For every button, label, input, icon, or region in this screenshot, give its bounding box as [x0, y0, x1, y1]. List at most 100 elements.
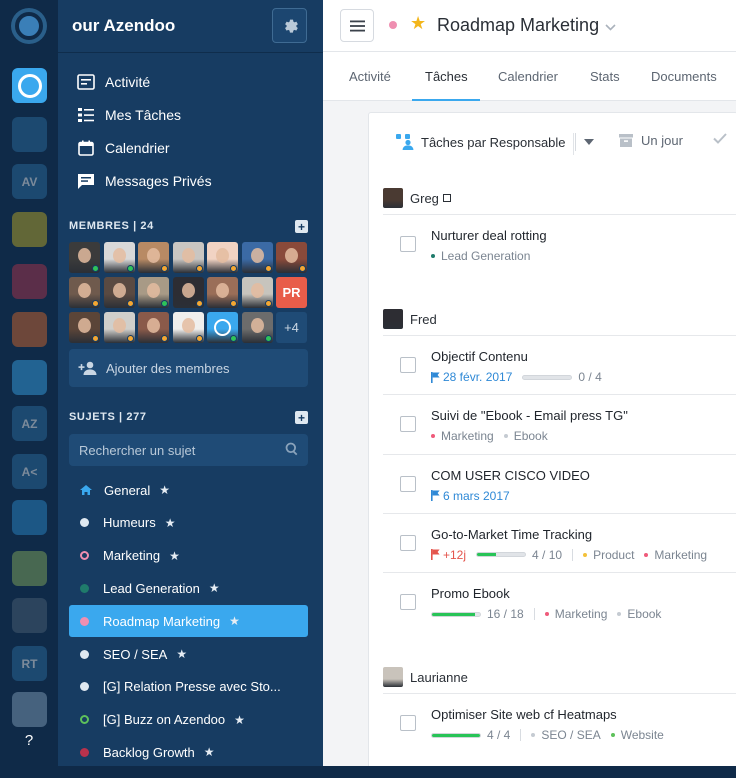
workspace-tile[interactable]	[12, 312, 47, 347]
subject-item[interactable]: General ★	[69, 474, 308, 506]
workspace-tile[interactable]: AV	[12, 164, 47, 199]
member-avatar[interactable]	[207, 312, 238, 343]
help-button[interactable]: ?	[0, 732, 58, 749]
member-avatar[interactable]	[103, 277, 135, 308]
workspace-tile[interactable]	[12, 117, 47, 152]
azendoo-logo-icon[interactable]	[11, 8, 47, 44]
add-members-button[interactable]: Ajouter des membres	[69, 349, 308, 387]
member-avatar[interactable]	[241, 312, 273, 343]
workspace-tile[interactable]	[12, 264, 47, 299]
favorite-star-icon[interactable]: ★	[165, 516, 176, 530]
task-checkbox[interactable]	[400, 475, 416, 492]
project-title[interactable]: Roadmap Marketing	[437, 15, 599, 36]
favorite-star-icon[interactable]: ★	[234, 713, 245, 727]
task-checkbox[interactable]	[400, 534, 416, 551]
member-avatar[interactable]	[69, 277, 100, 308]
member-avatar[interactable]	[103, 242, 135, 273]
subject-item[interactable]: [G] Buzz on Azendoo ★	[69, 704, 308, 736]
subject-tag[interactable]: Product	[583, 548, 634, 562]
tab-stats[interactable]: Stats	[590, 69, 620, 84]
subject-item[interactable]: SEO / SEA ★	[69, 638, 308, 670]
workspace-tile[interactable]	[12, 360, 47, 395]
collapse-square-icon[interactable]	[442, 194, 451, 202]
subject-tag[interactable]: Marketing	[431, 429, 494, 443]
workspace-tile[interactable]: A<	[12, 454, 47, 489]
subject-tag[interactable]: Lead Generation	[431, 249, 530, 263]
task-title[interactable]: Nurturer deal rotting	[431, 228, 547, 243]
task-checkbox[interactable]	[400, 416, 416, 433]
workspace-settings-button[interactable]	[272, 8, 307, 43]
member-avatar[interactable]	[172, 242, 204, 273]
task-row[interactable]: Nurturer deal rotting Lead Generation	[383, 214, 736, 273]
member-avatar[interactable]	[241, 277, 273, 308]
member-avatar[interactable]: PR	[276, 277, 307, 308]
subject-tag[interactable]: Ebook	[503, 429, 548, 443]
period-filter[interactable]: Un jour	[619, 133, 683, 148]
member-avatar[interactable]	[138, 242, 169, 273]
tab-tasks[interactable]: Tâches	[425, 69, 468, 84]
task-title[interactable]: Optimiser Site web cf Heatmaps	[431, 707, 617, 722]
member-avatar[interactable]	[241, 242, 273, 273]
tab-documents[interactable]: Documents	[651, 69, 717, 84]
member-avatar[interactable]	[138, 312, 169, 343]
task-title[interactable]: Objectif Contenu	[431, 349, 528, 364]
add-member-plus-icon[interactable]: +	[295, 220, 308, 233]
member-avatar[interactable]	[69, 242, 100, 273]
workspace-tile[interactable]	[12, 598, 47, 633]
workspace-tile[interactable]	[12, 68, 47, 103]
favorite-star-icon[interactable]: ★	[229, 614, 240, 628]
task-row[interactable]: Objectif Contenu 28 févr. 2017 0 / 4	[383, 335, 736, 394]
subject-item[interactable]: Lead Generation ★	[69, 572, 308, 604]
subject-item[interactable]: Roadmap Marketing ★	[69, 605, 308, 638]
subject-tag[interactable]: Marketing	[644, 548, 707, 562]
task-row[interactable]: Go-to-Market Time Tracking +12j 4 / 10 Prod…	[383, 512, 736, 572]
tab-calendar[interactable]: Calendrier	[498, 69, 558, 84]
favorite-star-icon[interactable]: ★	[169, 549, 180, 563]
subject-tag[interactable]: SEO / SEA	[531, 728, 601, 742]
favorite-star-icon[interactable]: ★	[410, 13, 426, 34]
task-title[interactable]: Go-to-Market Time Tracking	[431, 527, 592, 542]
workspace-tile[interactable]	[12, 551, 47, 586]
member-avatar[interactable]	[207, 277, 238, 308]
subject-tag[interactable]: Ebook	[617, 607, 661, 621]
member-avatar[interactable]	[172, 312, 204, 343]
task-title[interactable]: Promo Ebook	[431, 586, 510, 601]
nav-my-tasks[interactable]: Mes Tâches	[76, 104, 181, 126]
member-avatar[interactable]	[276, 242, 307, 273]
favorite-star-icon[interactable]: ★	[176, 647, 187, 661]
member-avatar[interactable]	[103, 312, 135, 343]
workspace-tile[interactable]: RT	[12, 646, 47, 681]
member-avatar[interactable]	[69, 312, 100, 343]
subject-item[interactable]: [G] Relation Presse avec Sto...	[69, 671, 308, 703]
favorite-star-icon[interactable]: ★	[209, 581, 220, 595]
workspace-tile[interactable]: AZ	[12, 406, 47, 441]
favorite-star-icon[interactable]: ★	[159, 483, 170, 497]
nav-calendar[interactable]: Calendrier	[76, 137, 170, 159]
chevron-down-icon[interactable]	[605, 18, 616, 36]
group-by-dropdown[interactable]: Tâches par Responsable	[396, 133, 594, 151]
nav-private-messages[interactable]: Messages Privés	[76, 170, 212, 192]
subject-tag[interactable]: Website	[610, 728, 664, 742]
workspace-tile[interactable]	[12, 212, 47, 247]
tab-activity[interactable]: Activité	[349, 69, 391, 84]
task-row[interactable]: Optimiser Site web cf Heatmaps 4 / 4 SEO /…	[383, 693, 736, 752]
workspace-tile[interactable]	[12, 692, 47, 727]
menu-toggle-button[interactable]	[340, 9, 374, 42]
subject-search-field[interactable]: Rechercher un sujet	[69, 434, 308, 466]
subject-item[interactable]: Backlog Growth ★	[69, 736, 308, 768]
favorite-star-icon[interactable]: ★	[204, 745, 215, 759]
member-avatar[interactable]	[207, 242, 238, 273]
nav-activity[interactable]: Activité	[76, 71, 150, 93]
task-row[interactable]: Suivi de "Ebook - Email press TG" Marketi…	[383, 394, 736, 453]
member-avatar[interactable]	[172, 277, 204, 308]
workspace-tile[interactable]	[12, 500, 47, 535]
subject-item[interactable]: Humeurs ★	[69, 507, 308, 539]
task-row[interactable]: Promo Ebook 16 / 18 Marketing Ebook	[383, 572, 736, 631]
task-checkbox[interactable]	[400, 715, 416, 731]
subject-tag[interactable]: Marketing	[544, 607, 607, 621]
task-checkbox[interactable]	[400, 594, 416, 611]
task-checkbox[interactable]	[400, 357, 416, 373]
task-row[interactable]: COM USER CISCO VIDEO 6 mars 2017	[383, 453, 736, 513]
done-filter-button[interactable]	[713, 133, 727, 144]
add-subject-plus-icon[interactable]: +	[295, 411, 308, 424]
